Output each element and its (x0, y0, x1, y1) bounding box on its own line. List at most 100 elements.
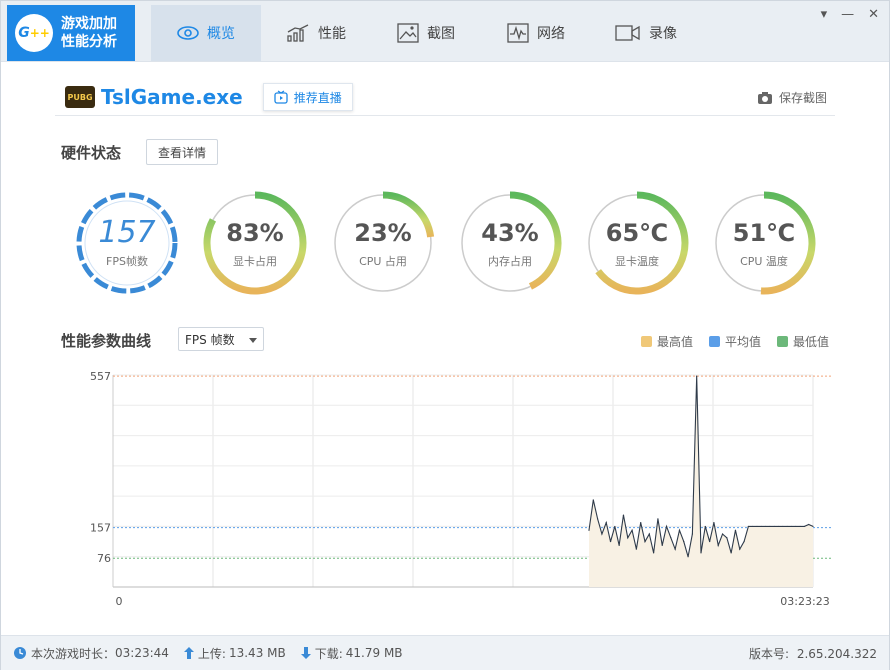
chart-legend: 最高值 平均值 最低值 (640, 333, 829, 350)
recommend-live-label: 推荐直播 (293, 90, 342, 105)
gauge-label: FPS帧数 (106, 255, 148, 268)
fps-data-point (812, 525, 814, 528)
tab-performance-label: 性能 (318, 26, 346, 42)
gauge-memory-usage: 43% 内存占用 (458, 191, 562, 295)
fps-data-point (756, 525, 758, 528)
fps-data-point (730, 552, 732, 554)
brand-line1: 游戏加加 (61, 16, 117, 32)
hardware-status-title: 硬件状态 (61, 144, 122, 162)
fps-data-point (760, 525, 762, 528)
fps-data-point (653, 552, 655, 554)
menu-dropdown-icon[interactable]: ▾ (821, 7, 828, 22)
brand-logo-letter: G (18, 25, 30, 41)
gauge-value: 23% (354, 219, 412, 247)
metric-select[interactable]: FPS 帧数 (178, 327, 264, 351)
fps-data-point (592, 499, 594, 501)
download-label: 下载: (314, 646, 343, 661)
upload-stat: 上传: 13.43 MB (183, 645, 286, 662)
download-arrow-icon (300, 647, 311, 659)
fps-data-point (644, 540, 646, 543)
gauge-cpu-usage: 23% CPU 占用 (331, 191, 435, 295)
tab-video[interactable]: 录像 (591, 5, 701, 61)
play-time-label: 本次游戏时长： (31, 646, 116, 661)
screenshot-icon (397, 23, 419, 43)
recommend-live-button[interactable]: 推荐直播 (262, 83, 353, 111)
legend-label: 平均值 (724, 335, 761, 349)
gauge-value: 83% (226, 219, 284, 247)
fps-series-area (589, 376, 813, 587)
version-value: 2.65.204.322 (796, 647, 877, 661)
minimize-icon[interactable]: — (841, 7, 854, 22)
fps-data-point (700, 552, 702, 554)
fps-data-point (683, 540, 685, 543)
legend-swatch (708, 336, 720, 347)
fps-data-point (739, 548, 741, 550)
brand-logo-plus: ++ (29, 26, 50, 40)
gauge-label: 内存占用 (488, 255, 532, 268)
fps-data-point (648, 533, 650, 535)
tab-overview[interactable]: 概览 (151, 5, 261, 61)
app-window: G ++ 游戏加加 性能分析 概览 性能 截图 网络 录像 ▾ — ✕ PUBG… (0, 0, 890, 670)
brand-logo-icon: G ++ (15, 14, 53, 52)
fps-data-point (777, 525, 780, 528)
x-tick-label-start: 0 (116, 595, 123, 608)
fps-data-point (726, 537, 728, 539)
fps-data-point (609, 540, 612, 543)
tab-performance[interactable]: 性能 (261, 5, 371, 61)
fps-data-point (635, 548, 637, 550)
view-details-button[interactable]: 查看详情 (146, 139, 218, 165)
eye-icon (177, 26, 199, 40)
gauge-value: 157 (98, 215, 156, 250)
tab-network-label: 网络 (537, 26, 565, 42)
fps-line-chart: 557 157 76 0 03:23:23 (90, 370, 831, 608)
brand-line2: 性能分析 (61, 34, 117, 50)
fps-data-point (657, 518, 659, 520)
version-info: 版本号: 2.65.204.322 (749, 645, 877, 662)
save-screenshot-button[interactable]: 保存截图 (757, 89, 827, 106)
fps-data-point (640, 522, 642, 524)
gauge-fps: 157 FPS帧数 (75, 191, 179, 295)
fps-data-point (588, 529, 590, 531)
main-tabs: 概览 性能 截图 网络 录像 (151, 5, 701, 61)
gauge-value: 43% (481, 219, 539, 247)
upload-value: 13.43 MB (228, 646, 286, 660)
fps-data-point (799, 525, 801, 528)
fps-data-point (773, 525, 775, 528)
y-tick-label: 557 (90, 370, 111, 383)
fps-data-point (622, 514, 625, 516)
game-title: TslGame.exe (101, 85, 243, 109)
top-navigation-bar: G ++ 游戏加加 性能分析 概览 性能 截图 网络 录像 ▾ — ✕ (1, 1, 889, 62)
chevron-down-icon (249, 338, 257, 343)
tab-screenshot-label: 截图 (427, 26, 455, 42)
y-tick-label: 157 (90, 522, 111, 535)
legend-item-max: 最高值 (640, 333, 693, 350)
tab-video-label: 录像 (649, 26, 677, 42)
fps-data-point (696, 375, 698, 377)
status-bar: 本次游戏时长： 03:23:44 上传: 13.43 MB 下载: 41.79 … (1, 635, 889, 670)
gauge-label: 显卡占用 (233, 255, 277, 268)
brand-text: 游戏加加 性能分析 (61, 15, 117, 51)
game-info: PUBG TslGame.exe 推荐直播 (65, 83, 353, 111)
tab-overview-label: 概览 (207, 26, 235, 42)
fps-data-point (631, 529, 633, 531)
fps-data-point (601, 533, 603, 535)
tab-network[interactable]: 网络 (481, 5, 591, 61)
fps-data-point (678, 529, 681, 531)
tab-screenshot[interactable]: 截图 (371, 5, 481, 61)
fps-data-point (790, 525, 793, 528)
legend-label: 最高值 (656, 335, 693, 349)
gauge-label: CPU 占用 (359, 255, 407, 268)
fps-data-point (713, 522, 715, 524)
fps-data-point (721, 533, 724, 535)
gauge-label: CPU 温度 (740, 255, 788, 268)
clock-icon (14, 647, 26, 659)
play-time: 本次游戏时长： 03:23:44 (13, 645, 169, 662)
gauge-label: 显卡温度 (615, 255, 659, 268)
legend-item-avg: 平均值 (708, 333, 761, 350)
close-icon[interactable]: ✕ (868, 7, 879, 22)
fps-data-point (765, 525, 767, 528)
upload-label: 上传: (197, 646, 226, 661)
fps-data-point (747, 525, 749, 528)
brand-block: G ++ 游戏加加 性能分析 (7, 5, 135, 61)
video-camera-icon (615, 25, 640, 41)
